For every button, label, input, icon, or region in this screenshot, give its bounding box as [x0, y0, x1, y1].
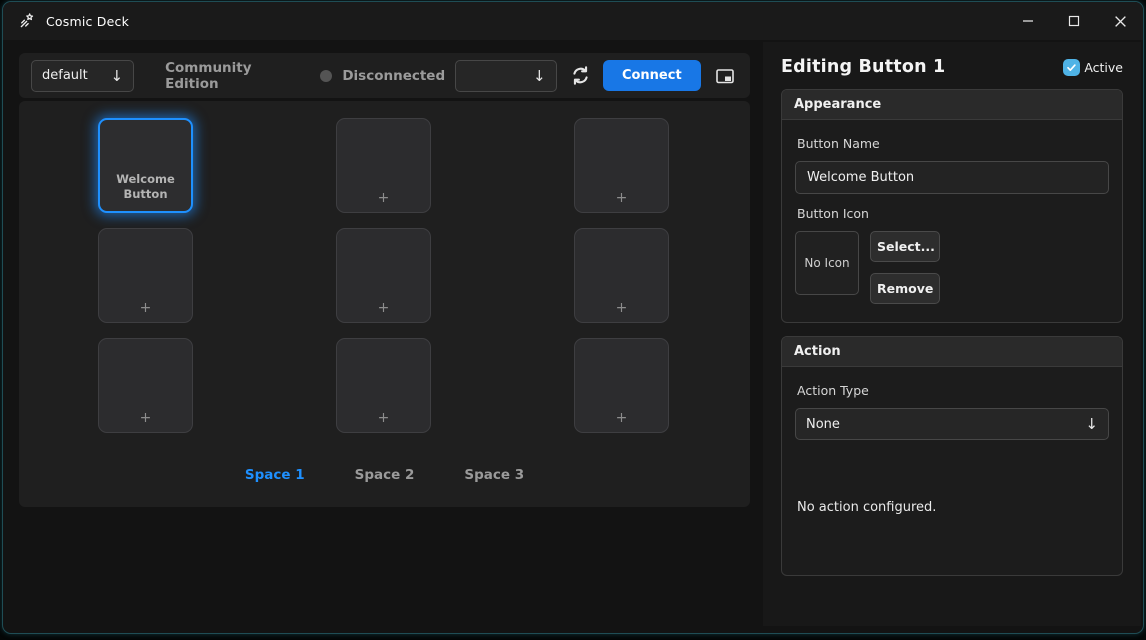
plus-icon: +	[378, 411, 390, 425]
appearance-section: Appearance Button Name Button Icon No Ic…	[781, 89, 1123, 323]
editor-panel: Editing Button 1 Active Appearance Butto…	[763, 42, 1141, 626]
maximize-icon	[1068, 15, 1080, 27]
tab-space-1[interactable]: Space 1	[245, 467, 305, 483]
plus-icon: +	[140, 411, 152, 425]
connect-button[interactable]: Connect	[603, 60, 701, 91]
button-name-label: Button Name	[797, 136, 1109, 151]
action-section: Action Action Type None ↓ No action conf…	[781, 336, 1123, 576]
tab-space-3[interactable]: Space 3	[464, 467, 524, 483]
active-label: Active	[1084, 60, 1123, 75]
close-button[interactable]	[1097, 2, 1143, 40]
button-name-input[interactable]	[795, 161, 1109, 194]
minimize-button[interactable]	[1005, 2, 1051, 40]
maximize-button[interactable]	[1051, 2, 1097, 40]
deck-button-3[interactable]: +	[574, 118, 669, 213]
button-grid: Welcome Button + + + + + + + +	[98, 118, 669, 433]
plus-icon: +	[378, 301, 390, 315]
checkbox-checked-icon	[1063, 59, 1080, 76]
editor-title: Editing Button 1	[781, 57, 945, 77]
action-type-label: Action Type	[797, 383, 1109, 398]
popout-window-icon	[715, 66, 735, 86]
app-window: Cosmic Deck default ↓ Community Edition …	[2, 1, 1144, 634]
action-type-value: None	[806, 417, 840, 432]
plus-icon: +	[616, 191, 628, 205]
icon-preview-box: No Icon	[795, 231, 859, 295]
editor-header: Editing Button 1 Active	[781, 57, 1123, 77]
deck-button-6[interactable]: +	[574, 228, 669, 323]
refresh-icon	[570, 65, 591, 86]
no-icon-label: No Icon	[804, 256, 849, 270]
deck-button-8[interactable]: +	[336, 338, 431, 433]
app-title: Cosmic Deck	[46, 14, 129, 29]
action-header: Action	[782, 337, 1122, 367]
active-checkbox[interactable]: Active	[1063, 59, 1123, 76]
chevron-down-icon: ↓	[1085, 415, 1098, 433]
refresh-button[interactable]	[568, 61, 593, 91]
device-select[interactable]: ↓	[455, 60, 556, 92]
minimize-icon	[1022, 15, 1034, 27]
close-icon	[1114, 15, 1127, 28]
deck-button-2[interactable]: +	[336, 118, 431, 213]
profile-select-value: default	[42, 68, 88, 83]
toolbar: default ↓ Community Edition Disconnected…	[19, 53, 750, 98]
no-action-text: No action configured.	[797, 500, 1109, 515]
plus-icon: +	[140, 301, 152, 315]
checkmark-icon	[1066, 62, 1077, 73]
status-label: Disconnected	[342, 68, 445, 84]
window-controls	[1005, 2, 1143, 40]
deck-button-7[interactable]: +	[98, 338, 193, 433]
tab-space-2[interactable]: Space 2	[355, 467, 415, 483]
deck-panel: Welcome Button + + + + + + + + Space 1 S…	[19, 101, 750, 507]
shooting-star-icon	[17, 11, 37, 31]
connection-status: Disconnected	[320, 68, 445, 84]
space-tabs: Space 1 Space 2 Space 3	[19, 467, 750, 483]
deck-button-9[interactable]: +	[574, 338, 669, 433]
select-icon-button[interactable]: Select...	[870, 231, 940, 262]
button-icon-label: Button Icon	[797, 206, 1109, 221]
deck-button-1[interactable]: Welcome Button	[98, 118, 193, 213]
deck-button-5[interactable]: +	[336, 228, 431, 323]
chevron-down-icon: ↓	[533, 67, 546, 85]
deck-button-4[interactable]: +	[98, 228, 193, 323]
plus-icon: +	[616, 301, 628, 315]
status-dot-icon	[320, 70, 332, 82]
edition-label: Community Edition	[165, 60, 287, 92]
popout-button[interactable]	[713, 61, 738, 91]
titlebar: Cosmic Deck	[3, 2, 1143, 40]
profile-select[interactable]: default ↓	[31, 60, 134, 92]
deck-button-label: Welcome Button	[100, 172, 191, 202]
chevron-down-icon: ↓	[111, 67, 124, 85]
remove-icon-button[interactable]: Remove	[870, 273, 940, 304]
appearance-header: Appearance	[782, 90, 1122, 120]
plus-icon: +	[616, 411, 628, 425]
plus-icon: +	[378, 191, 390, 205]
action-type-select[interactable]: None ↓	[795, 408, 1109, 440]
